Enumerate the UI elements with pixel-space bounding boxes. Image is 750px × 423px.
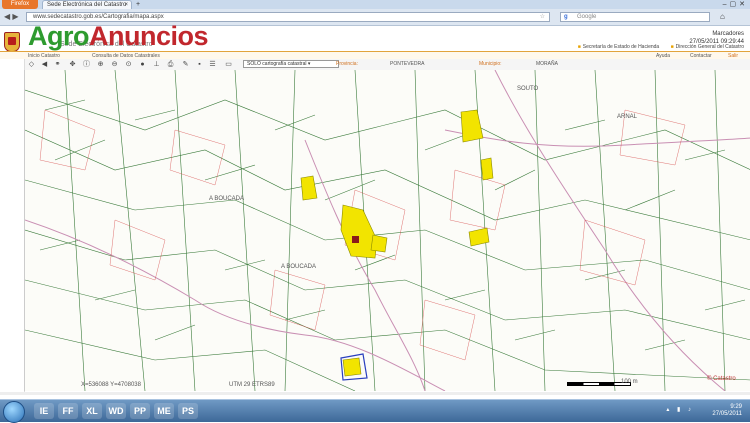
parcel-marker-icon[interactable] <box>352 236 359 243</box>
url-text: www.sedecatastro.gob.es/Cartografia/mapa… <box>33 14 164 20</box>
province-value: PONTEVEDRA <box>390 61 425 67</box>
zoom-box-icon[interactable]: ⊙ <box>124 60 133 69</box>
start-button[interactable] <box>3 401 25 423</box>
map-place-label: A BOUCADA <box>209 196 245 202</box>
window-controls[interactable]: ‒▢✕ <box>723 0 748 9</box>
browser-statusbar <box>0 392 750 395</box>
tab-sede-catastro[interactable]: Sede Electrónica del Catastro × <box>42 0 132 9</box>
layer-select[interactable]: SOLO cartografía catastral ▾ <box>243 60 339 68</box>
user-link[interactable]: Marcadores <box>689 30 744 38</box>
taskbar-app-word[interactable]: WD <box>106 403 126 419</box>
cadastral-map[interactable]: A BOUCADA A BOUCADA SOUTO ARNAL X=536088… <box>24 70 750 391</box>
bullet-icon: ■ <box>577 44 581 50</box>
map-canvas[interactable] <box>25 70 750 391</box>
windows-taskbar: IE FF XL WD PP ME PS ▴ ▮ ♪ 9:29 27/05/20… <box>0 399 750 423</box>
measure-icon[interactable]: ⊥ <box>152 60 161 69</box>
print-icon[interactable]: ⎙ <box>166 60 175 69</box>
system-clock[interactable]: 9:29 27/05/2011 <box>712 404 742 418</box>
link-direccion[interactable]: Dirección General del Catastro <box>676 44 744 50</box>
taskbar-app-media[interactable]: ME <box>154 403 174 419</box>
globe-icon[interactable]: ● <box>138 60 147 69</box>
left-panel <box>0 59 25 394</box>
municipality-value: MORAÑA <box>536 61 558 67</box>
info-icon[interactable]: ⓘ <box>82 60 91 69</box>
province-label: Provincia: <box>336 61 358 67</box>
binoculars-icon[interactable]: ⚭ <box>53 60 62 69</box>
report-icon[interactable]: ☰ <box>208 60 217 69</box>
link-secretaria[interactable]: Secretaría de Estado de Hacienda <box>583 44 659 50</box>
taskbar-app-powerpoint[interactable]: PP <box>130 403 150 419</box>
watermark-agro: Agro <box>28 21 90 51</box>
bullet-icon: ■ <box>670 44 674 50</box>
clock-date: 27/05/2011 <box>712 411 742 417</box>
header-links: ■ Secretaría de Estado de Hacienda ■ Direc… <box>568 44 744 50</box>
firefox-menu-button[interactable]: Firefox <box>2 0 38 9</box>
clock-time: 9:29 <box>730 404 742 410</box>
bookmark-star-icon[interactable]: ☆ <box>540 13 545 21</box>
forward-arrow-icon[interactable]: ◀ <box>40 60 49 69</box>
map-place-label: A BOUCADA <box>281 264 317 270</box>
layer-select-value: SOLO cartografía catastral <box>247 61 307 67</box>
pan-icon[interactable]: ✥ <box>68 60 77 69</box>
watermark-anuncios: Anuncios <box>89 21 209 51</box>
zoom-in-icon[interactable]: ⊕ <box>96 60 105 69</box>
taskbar-app-firefox[interactable]: FF <box>58 403 78 419</box>
agroanuncios-watermark: AgroAnuncios <box>28 21 209 51</box>
search-placeholder: Google <box>577 14 597 20</box>
system-tray-icons[interactable]: ▴ ▮ ♪ <box>666 406 694 413</box>
copyright-text: © Catastro <box>707 376 736 382</box>
save-icon[interactable]: ▪ <box>195 60 204 69</box>
browser-titlebar: Firefox Sede Electrónica del Catastro × … <box>0 0 750 9</box>
taskbar-app-ie[interactable]: IE <box>34 403 54 419</box>
spain-crest-logo <box>4 32 20 52</box>
back-arrow-icon[interactable]: ◇ <box>27 60 36 69</box>
home-icon[interactable]: ⌂ <box>720 12 725 21</box>
map-place-label: SOUTO <box>517 86 539 92</box>
map-place-label: ARNAL <box>617 114 638 120</box>
map-projection: UTM 29 ETRS89 <box>229 382 275 388</box>
tab-title: Sede Electrónica del Catastro <box>47 2 127 8</box>
layers-icon[interactable]: ▭ <box>224 60 233 69</box>
zoom-out-icon[interactable]: ⊖ <box>110 60 119 69</box>
search-engine-icon: g <box>564 14 568 20</box>
taskbar-app-photoshop[interactable]: PS <box>178 403 198 419</box>
search-input[interactable]: g Google <box>560 12 710 22</box>
edit-icon[interactable]: ✎ <box>181 60 190 69</box>
scale-label: 100 m <box>621 379 638 385</box>
back-forward-icon[interactable]: ◀ ▶ <box>4 12 19 21</box>
new-tab-icon[interactable]: + <box>136 0 140 9</box>
taskbar-app-excel[interactable]: XL <box>82 403 102 419</box>
map-coordinates: X=536088 Y=4708038 <box>81 382 141 388</box>
municipality-label: Municipio: <box>479 61 502 67</box>
